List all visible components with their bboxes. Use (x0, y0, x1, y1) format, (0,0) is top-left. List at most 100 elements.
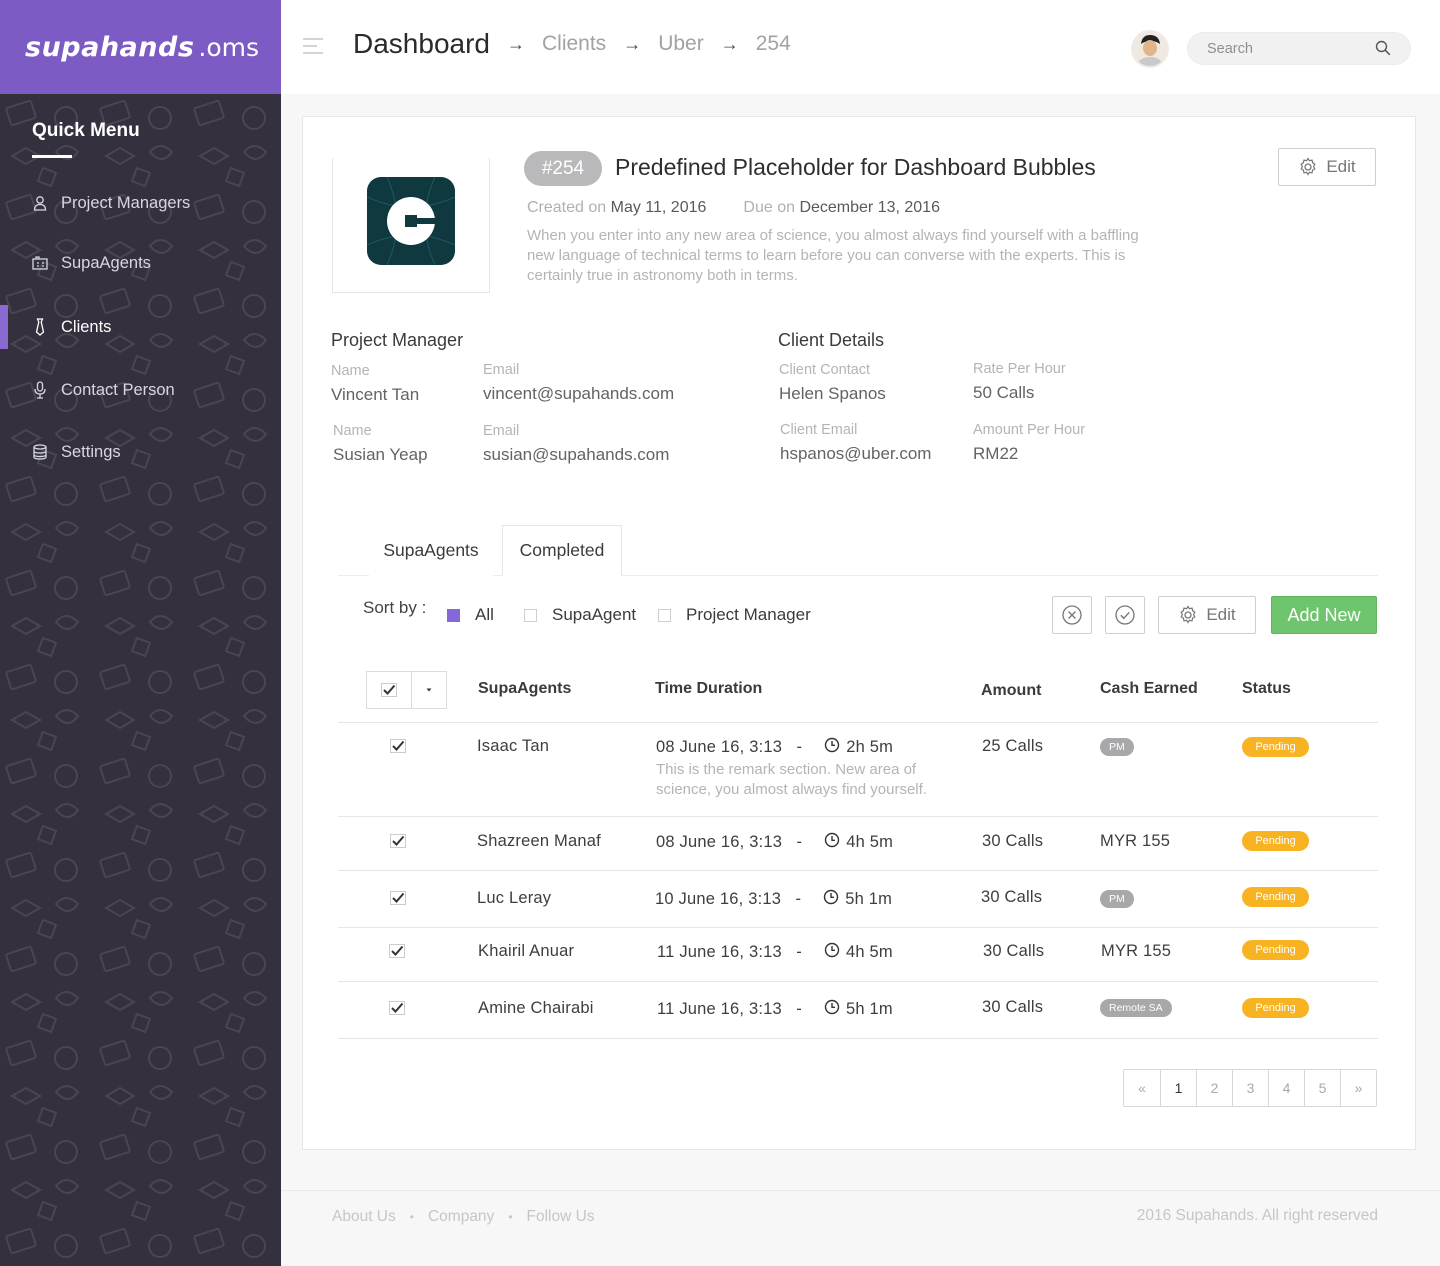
status-badge: Pending (1242, 831, 1309, 851)
checkbox-unchecked[interactable] (524, 608, 537, 622)
pagination-next[interactable]: » (1340, 1070, 1376, 1106)
start-date: 11 June 16, 3:13 (657, 943, 782, 961)
amount: 25 Calls (982, 737, 1044, 755)
separator-dot: • (409, 1210, 414, 1224)
select-all-checkbox[interactable] (366, 671, 412, 709)
row-checkbox[interactable] (389, 944, 405, 958)
row-checkbox[interactable] (390, 834, 406, 848)
project-manager-heading: Project Manager (331, 330, 464, 350)
brand-logo[interactable]: supahands .oms (0, 0, 281, 94)
breadcrumb-uber[interactable]: Uber (658, 32, 704, 56)
duration: 4h 5m (846, 833, 894, 851)
tab-supaagents[interactable]: SupaAgents (369, 525, 493, 576)
sidebar-item-label: Project Managers (61, 193, 191, 212)
approve-button[interactable] (1105, 596, 1145, 634)
cash-earned-badge: Remote SA (1100, 999, 1172, 1017)
footer-link-about-us[interactable]: About Us (332, 1208, 396, 1226)
checkbox-checked[interactable] (447, 608, 460, 622)
duration: 4h 5m (845, 943, 893, 961)
client-email[interactable]: hspanos@uber.com (780, 444, 931, 464)
sidebar-item-settings[interactable]: Settings (0, 430, 281, 474)
sidebar-item-contact-person[interactable]: Contact Person (0, 368, 281, 412)
search-icon[interactable] (1375, 40, 1391, 56)
sort-option-supaagent[interactable]: SupaAgent (524, 605, 636, 625)
agent-name[interactable]: Luc Leray (477, 889, 551, 908)
duration: 2h 5m (846, 738, 894, 756)
pagination-page-4[interactable]: 4 (1268, 1070, 1304, 1106)
pm-email-label: Email (483, 423, 520, 439)
quick-menu-heading: Quick Menu (32, 120, 140, 141)
edit-project-button[interactable]: Edit (1278, 148, 1376, 186)
agent-name[interactable]: Isaac Tan (477, 737, 549, 756)
avatar[interactable] (1131, 30, 1169, 68)
agent-name[interactable]: Shazreen Manaf (477, 832, 601, 851)
footer-link-company[interactable]: Company (428, 1208, 494, 1226)
breadcrumb-clients[interactable]: Clients (542, 32, 606, 56)
pm-name-label: Name (333, 423, 372, 439)
sort-option-project-manager[interactable]: Project Manager (658, 605, 811, 625)
row-checkbox[interactable] (390, 739, 406, 753)
sidebar-item-supaagents[interactable]: SupaAgents (0, 241, 281, 285)
breadcrumb-dashboard[interactable]: Dashboard (353, 28, 490, 60)
agent-name[interactable]: Khairil Anuar (478, 942, 574, 961)
add-new-button[interactable]: Add New (1271, 596, 1377, 634)
tab-completed[interactable]: Completed (502, 525, 622, 576)
time-duration: 08 June 16, 3:13 -2h 5m (656, 737, 894, 756)
pagination-prev[interactable]: « (1124, 1070, 1160, 1106)
sidebar-item-label: Settings (61, 442, 121, 461)
column-header-amount[interactable]: Amount (981, 682, 1041, 700)
arrow-right-icon: → (720, 33, 739, 54)
pagination-page-3[interactable]: 3 (1232, 1070, 1268, 1106)
time-duration: 11 June 16, 3:13 -4h 5m (657, 942, 893, 961)
pm-email[interactable]: vincent@supahands.com (483, 384, 674, 404)
column-header-cash-earned[interactable]: Cash Earned (1100, 680, 1198, 698)
due-date: December 13, 2016 (799, 199, 940, 216)
top-header: Dashboard → Clients → Uber → 254 (281, 0, 1440, 94)
pagination-page-5[interactable]: 5 (1304, 1070, 1340, 1106)
pm-email[interactable]: susian@supahands.com (483, 445, 669, 465)
amount: 30 Calls (982, 832, 1044, 850)
reject-button[interactable] (1052, 596, 1092, 634)
select-dropdown-toggle[interactable] (412, 671, 447, 709)
project-card: #254 Predefined Placeholder for Dashboar… (302, 116, 1416, 1150)
cash-earned: MYR 155 (1101, 942, 1172, 960)
sidebar-item-label: Clients (61, 317, 112, 336)
column-header-status[interactable]: Status (1242, 680, 1291, 698)
sort-option-label: SupaAgent (552, 605, 637, 624)
quick-menu-underline (32, 155, 72, 158)
pagination: « 1 2 3 4 5 » (1123, 1069, 1377, 1107)
table-divider (338, 722, 1378, 723)
caret-down-icon (426, 688, 432, 692)
client-contact-label: Client Contact (779, 362, 871, 378)
pagination-page-1[interactable]: 1 (1160, 1070, 1196, 1106)
hamburger-menu-icon[interactable] (303, 38, 323, 56)
sidebar-item-clients[interactable]: Clients (0, 305, 281, 349)
amount: 30 Calls (981, 888, 1043, 906)
column-header-time-duration[interactable]: Time Duration (655, 680, 762, 698)
footer-link-follow-us[interactable]: Follow Us (527, 1208, 595, 1226)
row-checkbox[interactable] (390, 891, 406, 905)
clock-icon (824, 999, 840, 1020)
agent-name[interactable]: Amine Chairabi (478, 999, 594, 1018)
checkbox-unchecked[interactable] (658, 608, 671, 622)
sort-option-label: All (475, 605, 494, 624)
pagination-page-2[interactable]: 2 (1196, 1070, 1232, 1106)
footer-links: About Us • Company • Follow Us (332, 1208, 595, 1226)
edit-table-button[interactable]: Edit (1158, 596, 1256, 634)
client-contact: Helen Spanos (779, 384, 886, 403)
sort-option-label: Project Manager (686, 605, 811, 624)
project-dates: Created on May 11, 2016 Due on December … (527, 199, 940, 217)
row-checkbox[interactable] (389, 1001, 405, 1015)
sidebar-item-project-managers[interactable]: Project Managers (0, 181, 281, 225)
sidebar: supahands .oms Quick Menu Project Manage… (0, 0, 281, 1266)
due-label: Due on (743, 199, 795, 216)
pm-name: Vincent Tan (331, 385, 420, 404)
database-icon (31, 443, 49, 461)
amount: 30 Calls (982, 998, 1044, 1016)
sort-option-all[interactable]: All (447, 605, 494, 625)
edit-label: Edit (1326, 157, 1356, 176)
column-header-supaagents[interactable]: SupaAgents (478, 680, 571, 698)
clock-icon (824, 832, 840, 853)
created-label: Created on (527, 199, 607, 216)
uber-logo-icon (367, 176, 455, 265)
